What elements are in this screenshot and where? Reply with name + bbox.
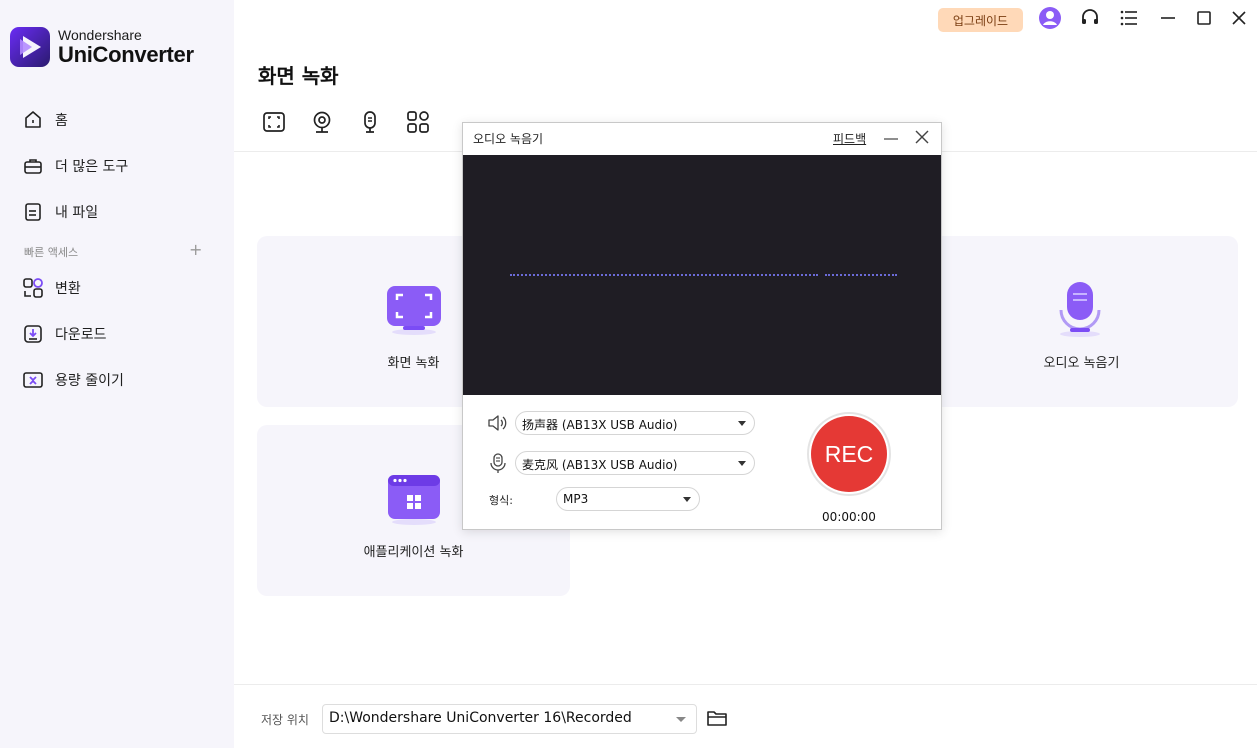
- upgrade-button[interactable]: 업그레이드: [938, 8, 1023, 32]
- sidebar-item-compress[interactable]: 용량 줄이기: [22, 368, 124, 392]
- home-icon: [22, 109, 44, 131]
- audio-recorder-dialog: 오디오 녹음기 피드백 扬声器 (AB13X USB Audio) 麦克风 (A…: [462, 122, 942, 530]
- support-button[interactable]: [1078, 8, 1102, 32]
- minimize-icon: [881, 136, 901, 151]
- quick-access-title: 빠른 액세스: [24, 246, 79, 259]
- format-select-value: MP3: [563, 492, 589, 506]
- convert-icon: [22, 277, 44, 299]
- sidebar: Wondershare UniConverter 홈 더 많은 도구 내 파일 …: [0, 0, 234, 748]
- webcam-icon: [310, 110, 334, 138]
- sidebar-item-more-tools[interactable]: 더 많은 도구: [22, 154, 128, 178]
- maximize-button[interactable]: [1192, 8, 1216, 32]
- mic-row: [487, 452, 509, 474]
- dialog-title: 오디오 녹음기: [473, 132, 544, 146]
- compress-icon: [22, 369, 44, 391]
- chevron-down-icon: [683, 497, 691, 502]
- menu-icon: [1120, 10, 1138, 30]
- close-icon: [1231, 10, 1247, 30]
- record-button[interactable]: REC: [807, 412, 891, 496]
- microphone-select-value: 麦克风 (AB13X USB Audio): [522, 458, 678, 472]
- account-button[interactable]: [1038, 6, 1062, 34]
- file-icon: [22, 201, 44, 223]
- record-button-label: REC: [811, 416, 887, 492]
- toolbox-icon: [22, 155, 44, 177]
- dropdown-arrow-icon: [676, 717, 686, 722]
- format-select[interactable]: MP3: [556, 487, 700, 511]
- feedback-link[interactable]: 피드백: [833, 130, 866, 147]
- speaker-icon: [487, 412, 509, 434]
- save-location-value: D:\Wondershare UniConverter 16\Recorded: [329, 710, 632, 726]
- waveform-line: [825, 274, 897, 276]
- page-title: 화면 녹화: [258, 64, 339, 88]
- open-folder-button[interactable]: [707, 709, 729, 729]
- tab-app-record[interactable]: [405, 111, 431, 137]
- sidebar-item-download[interactable]: 다운로드: [22, 322, 107, 346]
- record-timer: 00:00:00: [822, 510, 876, 524]
- chevron-down-icon: [738, 421, 746, 426]
- waveform-line: [510, 274, 818, 276]
- maximize-icon: [1196, 10, 1212, 30]
- microphone-select[interactable]: 麦克风 (AB13X USB Audio): [515, 451, 755, 475]
- application-window-icon: [386, 473, 442, 529]
- sidebar-item-my-files[interactable]: 내 파일: [22, 200, 98, 224]
- waveform-display: [463, 155, 941, 395]
- sidebar-item-label: 다운로드: [55, 327, 107, 343]
- tab-webcam-record[interactable]: [309, 111, 335, 137]
- apps-grid-icon: [406, 110, 430, 138]
- sidebar-item-label: 홈: [55, 113, 68, 129]
- tab-screen-record[interactable]: [261, 111, 287, 137]
- tab-audio-record[interactable]: [357, 111, 383, 137]
- audio-record-card[interactable]: 오디오 녹음기: [925, 236, 1238, 407]
- folder-icon: [707, 711, 727, 731]
- uniconverter-logo-icon: [10, 27, 50, 67]
- sidebar-item-label: 용량 줄이기: [55, 373, 124, 389]
- app-record-card-label: 애플리케이션 녹화: [363, 545, 464, 560]
- audio-record-card-label: 오디오 녹음기: [1043, 356, 1120, 371]
- screen-record-card-icon: [385, 284, 443, 340]
- microphone-card-icon: [1052, 280, 1108, 342]
- minimize-button[interactable]: [1156, 8, 1180, 32]
- quick-access-add-button[interactable]: +: [189, 240, 202, 259]
- minimize-icon: [1160, 10, 1176, 30]
- speaker-select[interactable]: 扬声器 (AB13X USB Audio): [515, 411, 755, 435]
- sidebar-item-label: 내 파일: [55, 205, 99, 221]
- close-app-button[interactable]: [1227, 8, 1251, 32]
- save-location-label: 저장 위치: [261, 713, 309, 727]
- sidebar-item-label: 변환: [55, 281, 81, 297]
- microphone-icon: [358, 110, 382, 138]
- screen-capture-icon: [262, 110, 286, 138]
- app-logo: Wondershare UniConverter: [10, 27, 194, 67]
- dialog-minimize-button[interactable]: [881, 127, 901, 147]
- headset-icon: [1080, 8, 1100, 32]
- microphone-icon: [487, 452, 509, 474]
- sidebar-item-home[interactable]: 홈: [22, 108, 68, 132]
- chevron-down-icon: [738, 461, 746, 466]
- brand-name-small: Wondershare: [58, 26, 142, 43]
- download-icon: [22, 323, 44, 345]
- format-label: 형식:: [489, 494, 513, 507]
- sidebar-item-convert[interactable]: 변환: [22, 276, 81, 300]
- dialog-close-button[interactable]: [913, 128, 931, 146]
- speaker-row: [487, 412, 509, 434]
- close-icon: [913, 130, 931, 150]
- menu-button[interactable]: [1117, 8, 1141, 32]
- save-location-select[interactable]: D:\Wondershare UniConverter 16\Recorded: [322, 704, 697, 734]
- speaker-select-value: 扬声器 (AB13X USB Audio): [522, 418, 678, 432]
- sidebar-item-label: 더 많은 도구: [55, 159, 129, 175]
- brand-name-big: UniConverter: [58, 41, 194, 67]
- avatar-icon: [1038, 6, 1062, 34]
